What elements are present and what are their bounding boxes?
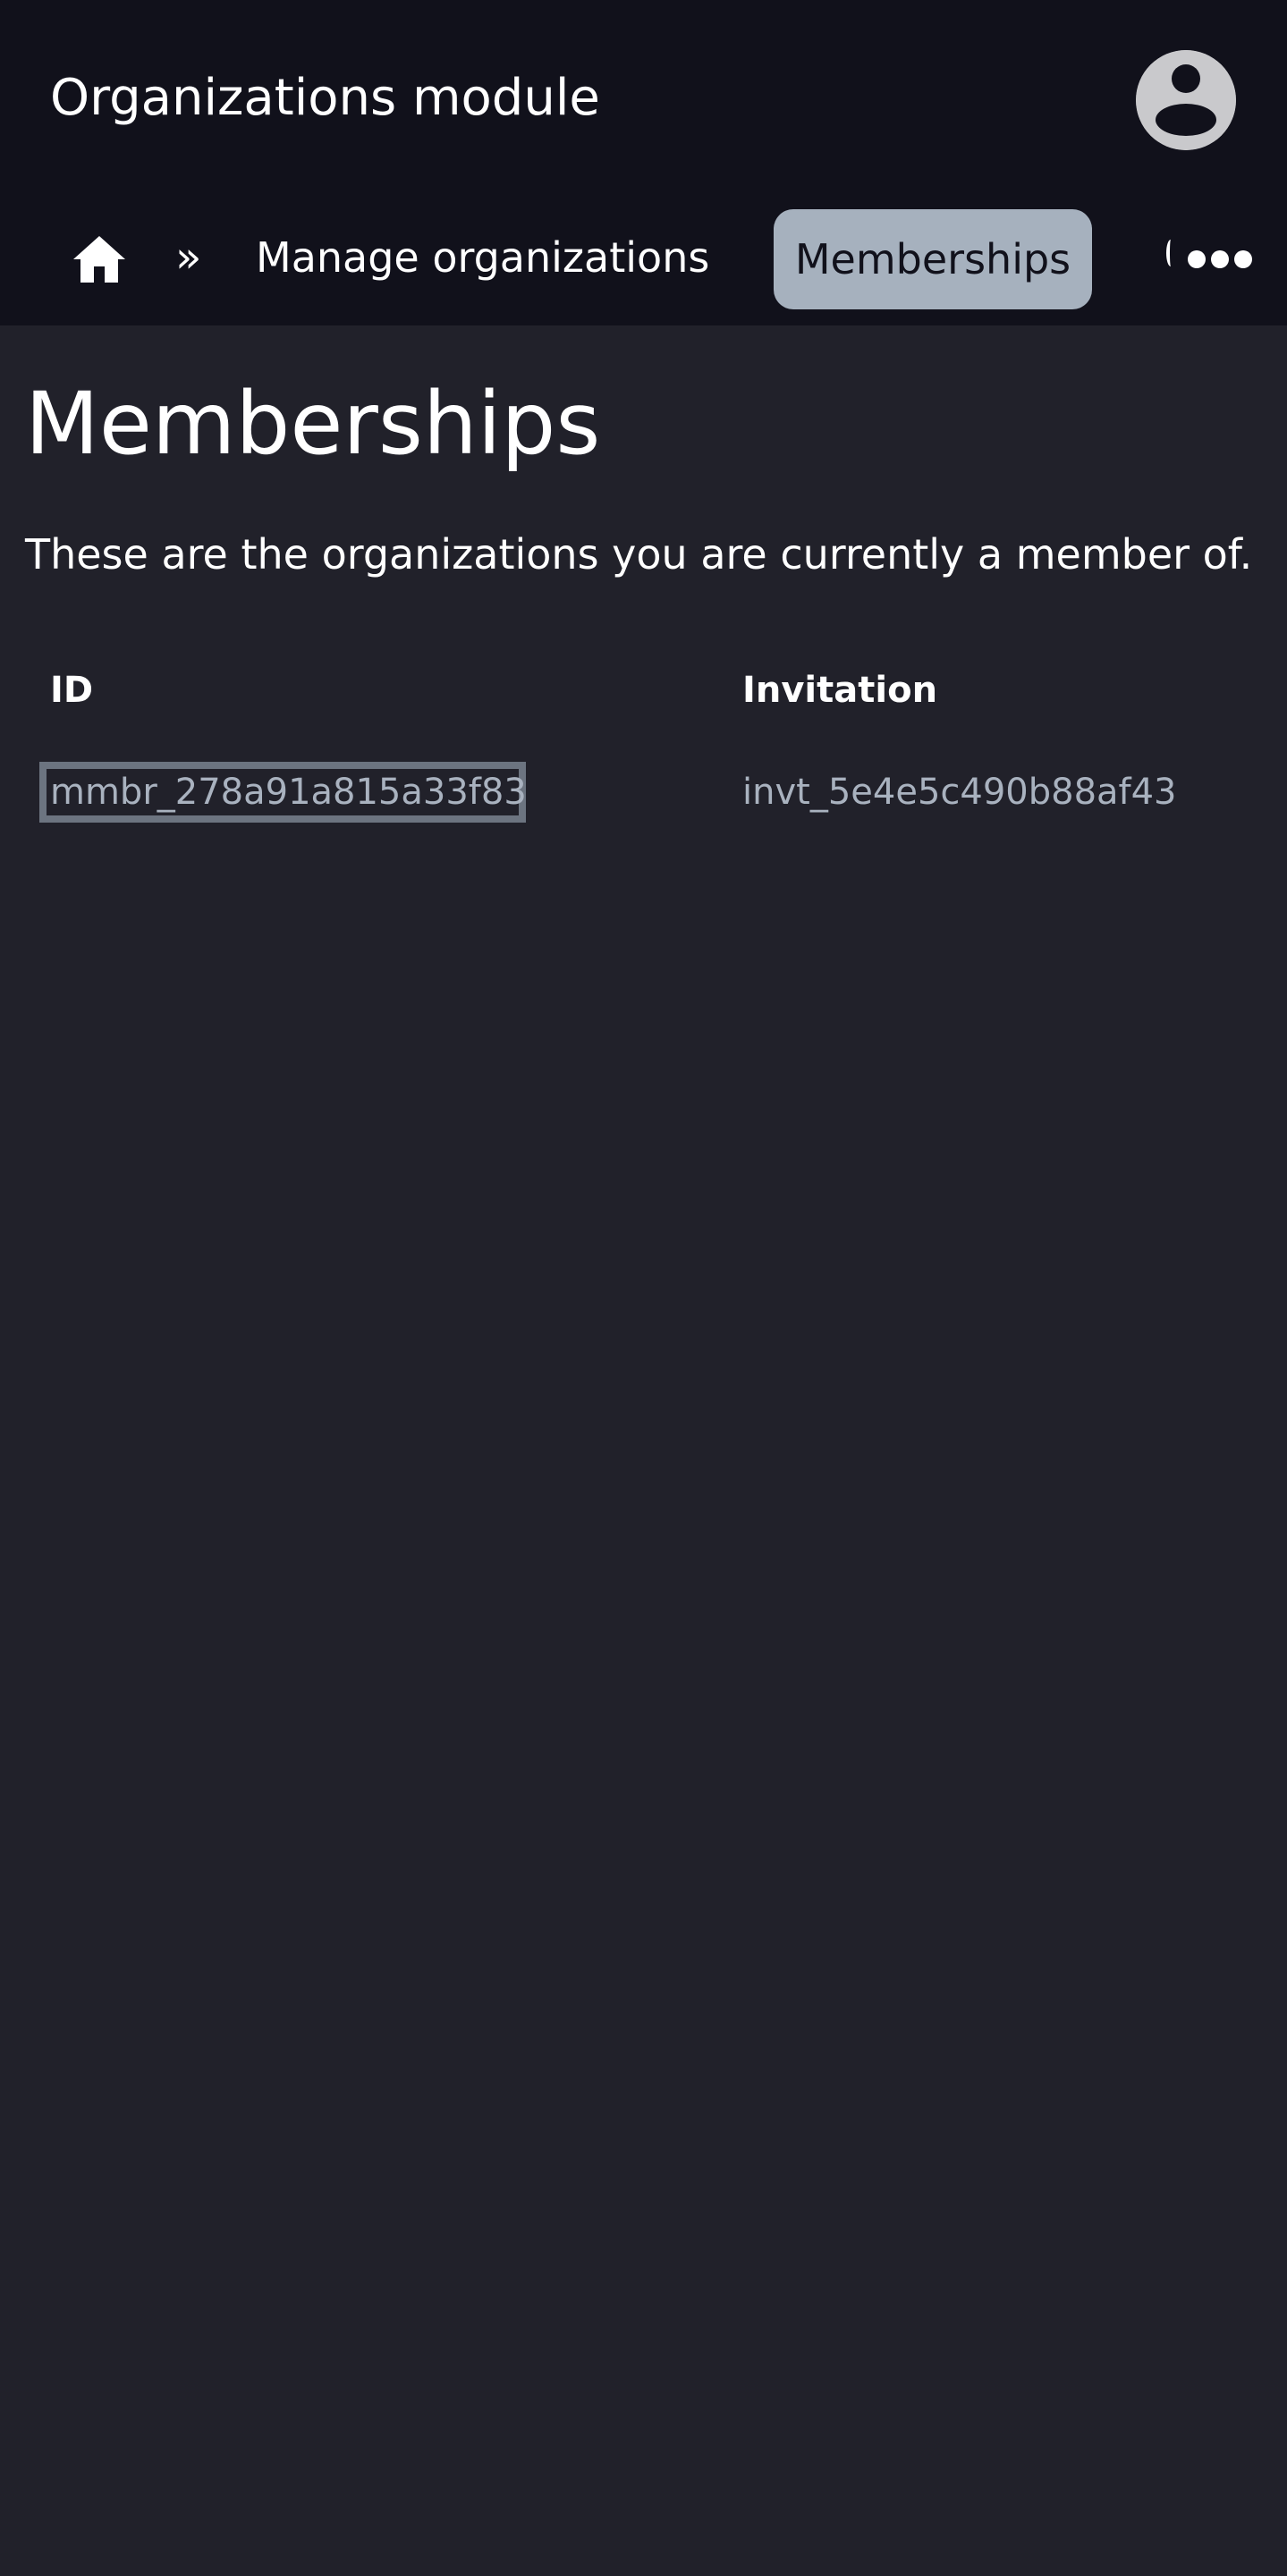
page-title: Memberships [25,374,601,474]
page-description: These are the organizations you are curr… [25,530,1253,579]
user-avatar-icon[interactable] [1136,50,1236,150]
breadcrumb-overflow-item [1166,240,1175,266]
invitation-id-cell: invt_5e4e5c490b88af43 [742,772,1177,813]
column-header-invitation: Invitation [742,670,938,711]
more-horizontal-icon[interactable] [1188,240,1252,279]
breadcrumb: » Manage organizations Memberships [0,209,1287,309]
breadcrumb-separator: » [175,232,202,283]
app-title: Organizations module [50,69,600,127]
column-header-id: ID [50,670,94,711]
home-icon[interactable] [72,234,127,284]
app-header: Organizations module » Manage organizati… [0,0,1287,325]
breadcrumb-manage-organizations[interactable]: Manage organizations [256,229,709,286]
breadcrumb-memberships[interactable]: Memberships [774,209,1092,309]
membership-id-cell[interactable]: mmbr_278a91a815a33f83 [39,762,527,823]
